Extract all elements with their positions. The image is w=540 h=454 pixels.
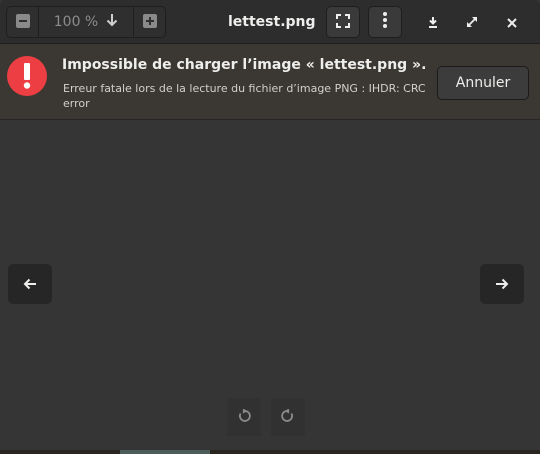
arrow-left-icon (23, 275, 37, 294)
zoom-control: 100 % (6, 6, 166, 38)
download-button[interactable] (417, 6, 449, 38)
image-viewer-window: 100 % lettest.png Impossible de charger … (0, 0, 540, 454)
zoom-in-button[interactable] (134, 7, 165, 37)
close-icon (507, 13, 517, 32)
arrow-right-icon (495, 275, 509, 294)
chevron-down-icon (106, 13, 118, 31)
previous-image-button[interactable] (8, 264, 52, 304)
rotate-right-button[interactable] (271, 398, 305, 436)
cancel-button[interactable]: Annuler (437, 66, 529, 100)
next-image-button[interactable] (480, 264, 524, 304)
rotate-left-icon (237, 408, 251, 427)
rotate-right-icon (281, 408, 295, 427)
download-icon (427, 13, 439, 32)
header-bar: 100 % lettest.png (0, 0, 540, 44)
error-title: Impossible de charger l’image « lettest.… (62, 57, 427, 73)
background-strip-image (120, 450, 210, 454)
maximize-icon (466, 13, 478, 32)
minus-icon (15, 13, 30, 32)
fullscreen-button[interactable] (326, 6, 360, 38)
close-button[interactable] (496, 6, 528, 38)
error-message: Erreur fatale lors de la lecture du fich… (63, 82, 426, 110)
vertical-dots-icon (382, 12, 388, 32)
background-strip (0, 450, 540, 454)
maximize-button[interactable] (456, 6, 488, 38)
window-title: lettest.png (228, 14, 316, 30)
menu-button[interactable] (368, 6, 402, 38)
fullscreen-icon (336, 13, 350, 32)
zoom-level-button[interactable]: 100 % (39, 7, 133, 37)
error-icon (7, 56, 47, 96)
zoom-out-button[interactable] (7, 7, 38, 37)
plus-icon (142, 13, 157, 32)
error-infobar: Impossible de charger l’image « lettest.… (0, 44, 540, 120)
zoom-level: 100 % (53, 14, 99, 30)
rotate-left-button[interactable] (227, 398, 261, 436)
